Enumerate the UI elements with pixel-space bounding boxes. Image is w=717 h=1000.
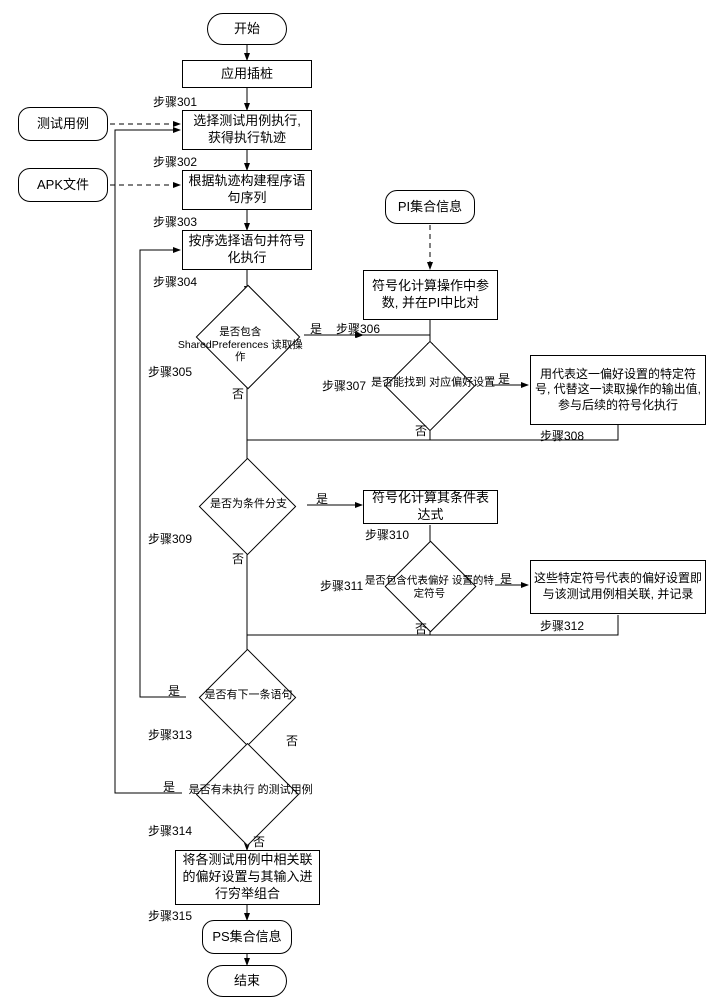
label-step-305: 步骤305 bbox=[148, 363, 192, 380]
process-306: 符号化计算操作中参数, 并在PI中比对 bbox=[363, 270, 498, 320]
decision-307: 是否能找到 对应偏好设置 bbox=[385, 341, 476, 432]
label-step-304: 步骤304 bbox=[153, 273, 197, 290]
label-step-310: 步骤310 bbox=[365, 526, 409, 543]
input-apk-file: APK文件 bbox=[18, 168, 108, 202]
decision-313: 是否有下一条语句 bbox=[199, 649, 297, 747]
label-step-307: 步骤307 bbox=[322, 377, 366, 394]
edge-307-yes: 是 bbox=[498, 370, 510, 387]
edge-309-yes: 是 bbox=[316, 490, 328, 507]
start-terminator: 开始 bbox=[207, 13, 287, 45]
edge-305-no: 否 bbox=[232, 385, 244, 402]
label-step-309: 步骤309 bbox=[148, 530, 192, 547]
edge-313-yes: 是 bbox=[168, 682, 180, 699]
label-step-315: 步骤315 bbox=[148, 907, 192, 924]
process-303: 根据轨迹构建程序语句序列 bbox=[182, 170, 312, 210]
input-test-cases: 测试用例 bbox=[18, 107, 108, 141]
edge-314-yes: 是 bbox=[163, 778, 175, 795]
edge-314-no: 否 bbox=[253, 833, 265, 850]
process-304: 按序选择语句并符号化执行 bbox=[182, 230, 312, 270]
decision-305: 是否包含 SharedPreferences 读取操作 bbox=[196, 285, 301, 390]
edge-311-no: 否 bbox=[415, 620, 427, 637]
process-310: 符号化计算其条件表达式 bbox=[363, 490, 498, 524]
decision-309: 是否为条件分支 bbox=[199, 458, 297, 556]
label-step-303: 步骤303 bbox=[153, 213, 197, 230]
decision-314: 是否有未执行 的测试用例 bbox=[196, 743, 299, 846]
flowchart-edges bbox=[0, 0, 717, 1000]
output-ps-info: PS集合信息 bbox=[202, 920, 292, 954]
process-302: 选择测试用例执行, 获得执行轨迹 bbox=[182, 110, 312, 150]
input-pi-info: PI集合信息 bbox=[385, 190, 475, 224]
label-step-314: 步骤314 bbox=[148, 822, 192, 839]
edge-307-no: 否 bbox=[415, 422, 427, 439]
label-step-306: 步骤306 bbox=[336, 320, 380, 337]
label-step-313: 步骤313 bbox=[148, 726, 192, 743]
process-301: 应用插桩 bbox=[182, 60, 312, 88]
label-step-311: 步骤311 bbox=[320, 577, 363, 594]
label-step-301: 步骤301 bbox=[153, 93, 197, 110]
edge-311-yes: 是 bbox=[500, 570, 512, 587]
process-312: 这些特定符号代表的偏好设置即与该测试用例相关联, 并记录 bbox=[530, 560, 706, 614]
process-308: 用代表这一偏好设置的特定符号, 代替这一读取操作的输出值, 参与后续的符号化执行 bbox=[530, 355, 706, 425]
label-step-312: 步骤312 bbox=[540, 617, 584, 634]
decision-311: 是否包含代表偏好 设置的特定符号 bbox=[385, 541, 477, 633]
label-step-308: 步骤308 bbox=[540, 427, 584, 444]
label-step-302: 步骤302 bbox=[153, 153, 197, 170]
edge-313-no: 否 bbox=[286, 732, 298, 749]
edge-309-no: 否 bbox=[232, 550, 244, 567]
process-315: 将各测试用例中相关联的偏好设置与其输入进行穷举组合 bbox=[175, 850, 320, 905]
edge-305-yes: 是 bbox=[310, 320, 322, 337]
end-terminator: 结束 bbox=[207, 965, 287, 997]
